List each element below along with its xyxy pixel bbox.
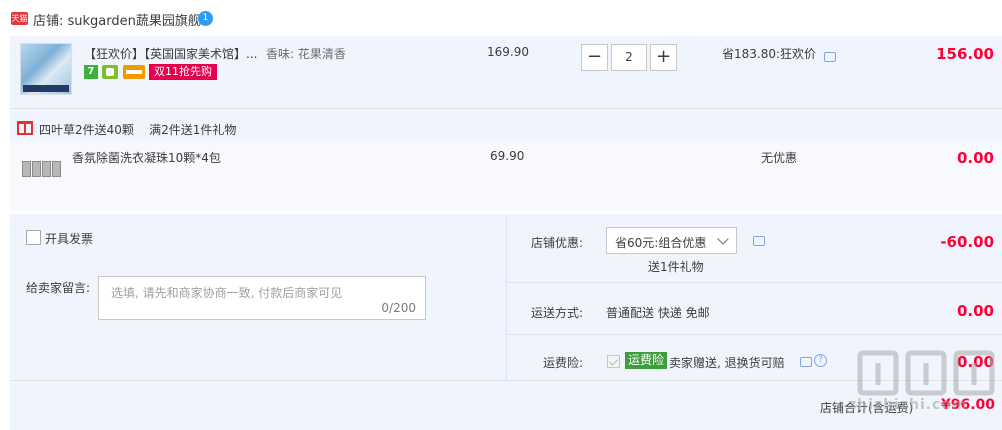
shipping-method-label: 运送方式: (531, 306, 584, 320)
watermark-text: zhizhizhi.com (848, 397, 968, 413)
product-attribute: 香味: 花果清香 (266, 47, 346, 61)
divider (506, 214, 507, 380)
coupon-comment-icon[interactable] (753, 236, 765, 246)
divider (507, 334, 1002, 335)
shipping-amount: 0.00 (956, 302, 994, 320)
message-char-count: 0/200 (381, 301, 416, 315)
coupon-amount: -60.00 (940, 233, 994, 251)
insurance-comment-icon[interactable] (800, 357, 812, 367)
quantity-stepper: − 2 + (581, 44, 677, 71)
shop-coupon-select[interactable]: 省60元:组合优惠 (606, 227, 737, 254)
insurance-checkbox (607, 355, 620, 368)
seller-message-textarea[interactable]: 选填, 请先和商家协商一致, 付款后商家可见 0/200 (98, 276, 426, 320)
shipping-insurance-label: 运费险: (543, 356, 584, 370)
product-title-link[interactable]: 【狂欢价】【英国国家美术馆】... (84, 45, 257, 62)
coupon-selected-value: 省60元:组合优惠 (615, 236, 707, 250)
promo-tag: 双11抢先购 (149, 64, 217, 80)
insurance-description: 卖家赠送, 退换货可赔 (669, 356, 785, 370)
quantity-input[interactable]: 2 (611, 44, 647, 71)
gift-icon (17, 121, 33, 135)
product-thumbnail[interactable] (20, 43, 72, 95)
message-placeholder: 选填, 请先和商家协商一致, 付款后商家可见 (111, 286, 343, 300)
invoice-checkbox[interactable] (26, 230, 41, 245)
tmall-badge-icon: 天猫 (11, 12, 28, 25)
insurance-amount: 0.00 (956, 353, 994, 371)
gift-price: 69.90 (490, 149, 525, 163)
wangwang-chat-icon[interactable]: 1 (198, 11, 213, 26)
divider (507, 282, 1002, 283)
chevron-down-icon (717, 233, 729, 245)
shop-name-link[interactable]: 店铺: sukgarden蔬果园旗舰 (33, 10, 201, 29)
gift-thumbnail (20, 151, 62, 185)
service-card-icon (123, 65, 145, 79)
item-discount: 省183.80:狂欢价 (722, 47, 817, 61)
service-7day-icon: 7 (84, 65, 98, 79)
seller-message-label: 给卖家留言: (26, 281, 91, 295)
gift-promo-header: 四叶草2件送40颗 满2件送1件礼物 (39, 123, 237, 137)
help-icon[interactable]: ? (814, 354, 827, 367)
gift-subtotal: 0.00 (956, 149, 994, 167)
shop-coupon-label: 店铺优惠: (531, 236, 584, 250)
decrease-quantity-button[interactable]: − (581, 44, 608, 71)
coupon-gift-note: 送1件礼物 (648, 260, 704, 274)
shipping-method-value: 普通配送 快递 免邮 (606, 306, 710, 320)
service-b-icon (102, 65, 118, 79)
discount-comment-icon[interactable] (824, 52, 836, 62)
gift-title[interactable]: 香氛除菌洗衣凝珠10颗*4包 (72, 149, 221, 166)
item-subtotal: 156.00 (936, 45, 994, 63)
gift-discount: 无优惠 (761, 151, 798, 165)
increase-quantity-button[interactable]: + (650, 44, 677, 71)
invoice-label[interactable]: 开具发票 (45, 230, 93, 247)
unit-price: 169.90 (487, 45, 529, 59)
insurance-tag: 运费险 (625, 352, 668, 369)
